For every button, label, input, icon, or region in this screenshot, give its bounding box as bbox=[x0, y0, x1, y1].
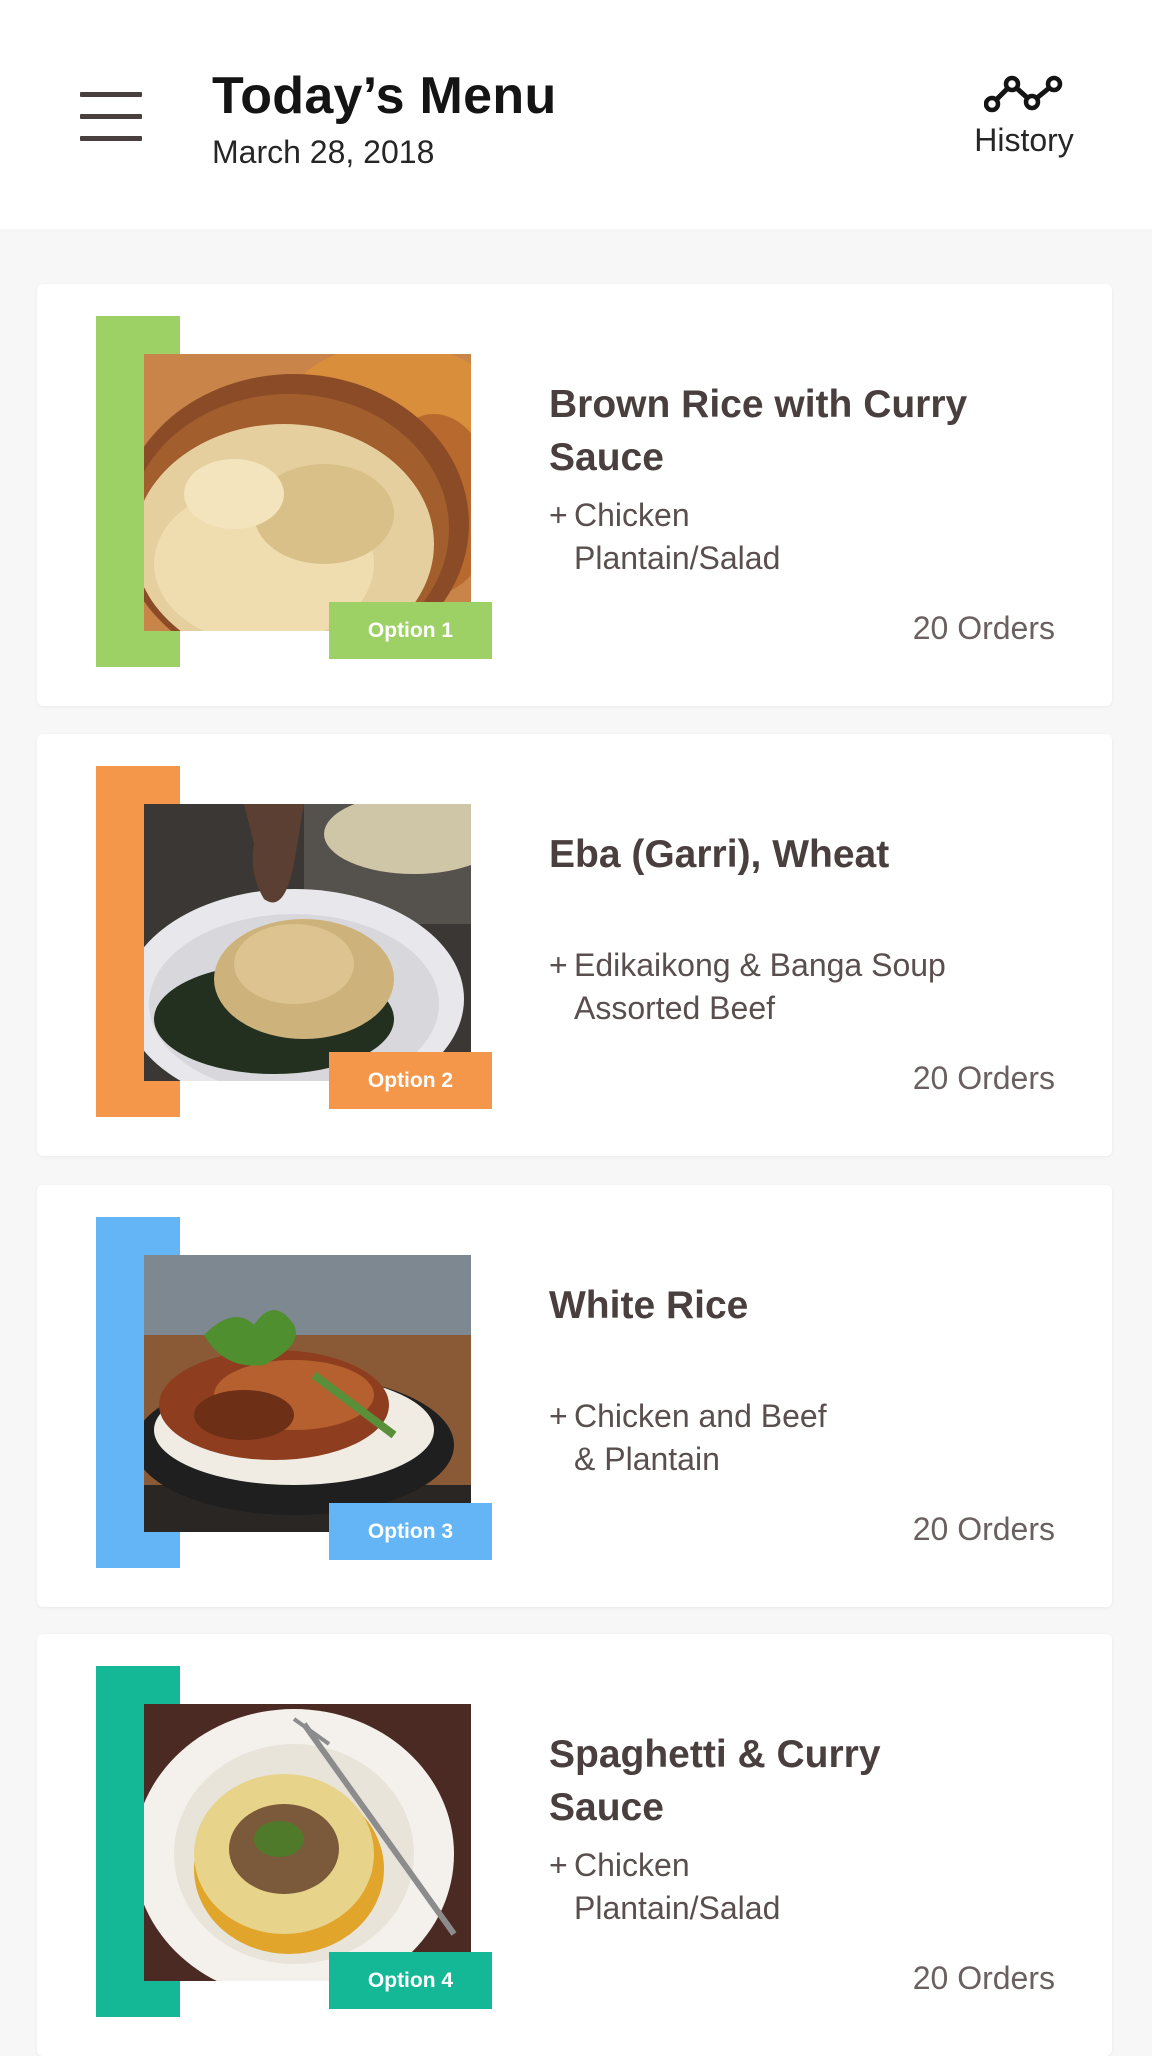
menu-card-option-1[interactable]: Option 1 Brown Rice with Curry Sauce + C… bbox=[37, 284, 1112, 706]
option-badge: Option 4 bbox=[329, 1952, 492, 2009]
dish-sides: + Chicken and Beef & Plantain bbox=[549, 1395, 1009, 1481]
brown-rice-bowl-image bbox=[144, 354, 471, 631]
menu-date: March 28, 2018 bbox=[212, 134, 435, 170]
dish-sides: + Edikaikong & Banga Soup Assorted Beef bbox=[549, 944, 1009, 1030]
spaghetti-plate-image bbox=[144, 1704, 471, 1981]
order-count: 20 Orders bbox=[912, 1511, 1055, 1547]
option-badge: Option 1 bbox=[329, 602, 492, 659]
side-item: Chicken bbox=[574, 1847, 690, 1883]
option-badge: Option 2 bbox=[329, 1052, 492, 1109]
plus-sign: + bbox=[549, 1847, 568, 1883]
side-item: Assorted Beef bbox=[574, 990, 775, 1026]
dish-name: Spaghetti & Curry Sauce bbox=[549, 1733, 881, 1829]
app-header: Today’s Menu March 28, 2018 History bbox=[0, 0, 1152, 229]
menu-card-option-4[interactable]: Option 4 Spaghetti & Curry Sauce + Chick… bbox=[37, 1634, 1112, 2056]
side-item: Plantain/Salad bbox=[574, 1890, 781, 1926]
plus-sign: + bbox=[549, 497, 568, 533]
dish-sides: + Chicken Plantain/Salad bbox=[549, 1844, 1009, 1930]
side-item: Chicken bbox=[574, 497, 690, 533]
option-badge: Option 3 bbox=[329, 1503, 492, 1560]
menu-card-option-2[interactable]: Option 2 Eba (Garri), Wheat + Edikaikong… bbox=[37, 734, 1112, 1156]
eba-plate-image bbox=[144, 804, 471, 1081]
menu-card-option-3[interactable]: Option 3 White Rice + Chicken and Beef &… bbox=[37, 1185, 1112, 1607]
side-item: Plantain/Salad bbox=[574, 540, 781, 576]
white-rice-stew-image bbox=[144, 1255, 471, 1532]
hamburger-menu-icon[interactable] bbox=[80, 92, 142, 142]
plus-sign: + bbox=[549, 1398, 568, 1434]
history-label: History bbox=[974, 122, 1074, 158]
side-item: & Plantain bbox=[574, 1441, 720, 1477]
history-trend-icon bbox=[984, 75, 1063, 113]
order-count: 20 Orders bbox=[912, 610, 1055, 646]
dish-name: White Rice bbox=[549, 1284, 749, 1327]
order-count: 20 Orders bbox=[912, 1060, 1055, 1096]
history-button[interactable]: History bbox=[960, 68, 1088, 164]
plus-sign: + bbox=[549, 947, 568, 983]
side-item: Edikaikong & Banga Soup bbox=[574, 947, 946, 983]
side-item: Chicken and Beef bbox=[574, 1398, 827, 1434]
page-title: Today’s Menu bbox=[212, 67, 557, 125]
dish-name: Brown Rice with Curry Sauce bbox=[549, 383, 968, 479]
order-count: 20 Orders bbox=[912, 1960, 1055, 1996]
dish-sides: + Chicken Plantain/Salad bbox=[549, 494, 1009, 580]
dish-name: Eba (Garri), Wheat bbox=[549, 833, 890, 876]
